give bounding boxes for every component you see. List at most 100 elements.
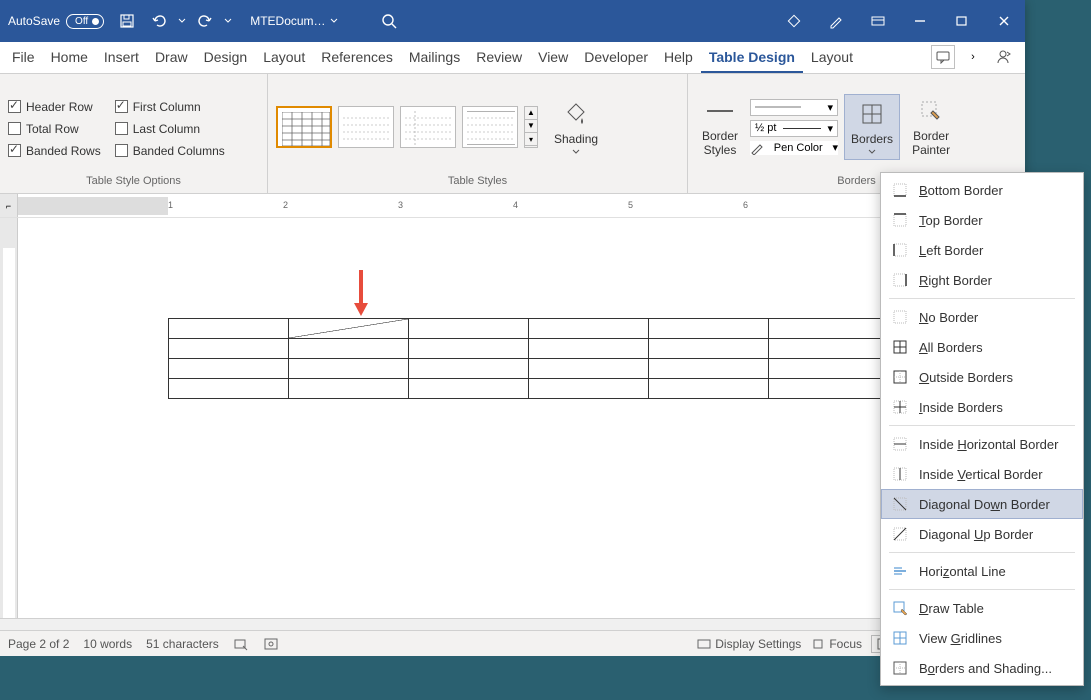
- ruler-corner: ⌐: [0, 194, 18, 217]
- tab-developer[interactable]: Developer: [576, 43, 656, 73]
- page-indicator[interactable]: Page 2 of 2: [8, 637, 69, 651]
- tab-references[interactable]: References: [313, 43, 401, 73]
- shading-icon: [561, 99, 591, 129]
- word-count[interactable]: 10 words: [83, 637, 132, 651]
- menu-item-view-gridlines[interactable]: View Gridlines: [881, 623, 1083, 653]
- content-table[interactable]: [168, 318, 889, 399]
- menu-item-draw-table[interactable]: Draw Table: [881, 593, 1083, 623]
- line-weight-dropdown[interactable]: ½ pt▾: [750, 120, 838, 137]
- titlebar: AutoSave Off MTEDocum…: [0, 0, 1025, 42]
- spellcheck-icon[interactable]: [233, 636, 249, 652]
- minimize-icon[interactable]: [899, 6, 941, 36]
- display-settings-button[interactable]: Display Settings: [697, 637, 801, 651]
- tab-draw[interactable]: Draw: [147, 43, 196, 73]
- style-thumb-2[interactable]: [338, 106, 394, 148]
- menu-item-border-right[interactable]: Right Border: [881, 265, 1083, 295]
- style-thumb-1[interactable]: [276, 106, 332, 148]
- border-styles-icon: [705, 96, 735, 126]
- tab-layout[interactable]: Layout: [803, 43, 861, 73]
- border-left-icon: [891, 241, 909, 259]
- border-styles-button[interactable]: Border Styles: [696, 92, 744, 161]
- pen-icon[interactable]: [815, 6, 857, 36]
- border-options: ▾ ½ pt▾ Pen Color▾: [750, 99, 838, 155]
- document-area: [0, 218, 1025, 618]
- pen-color-dropdown[interactable]: Pen Color▾: [750, 141, 838, 155]
- checkbox-icon: [8, 100, 21, 113]
- menu-item-border-left[interactable]: Left Border: [881, 235, 1083, 265]
- borders-dropdown-button[interactable]: Borders: [844, 94, 900, 160]
- border-none-icon: [891, 308, 909, 326]
- qat-customize-icon[interactable]: [222, 6, 234, 36]
- chevron-down-icon: [572, 149, 580, 155]
- save-icon[interactable]: [112, 6, 142, 36]
- pen-icon: [750, 141, 764, 155]
- tab-design[interactable]: Design: [196, 43, 256, 73]
- checkbox-total-row[interactable]: Total Row: [8, 122, 101, 136]
- checkbox-header-row[interactable]: Header Row: [8, 100, 101, 114]
- tab-table-design[interactable]: Table Design: [701, 43, 803, 73]
- menu-item-border-diag-down[interactable]: Diagonal Down Border: [881, 489, 1083, 519]
- vertical-ruler[interactable]: [0, 218, 18, 618]
- line-style-dropdown[interactable]: ▾: [750, 99, 838, 116]
- ruler-scale: 123456: [18, 197, 1025, 215]
- tab-review[interactable]: Review: [468, 43, 530, 73]
- checkbox-banded-columns[interactable]: Banded Columns: [115, 144, 225, 158]
- menu-item-horizontal-line[interactable]: Horizontal Line: [881, 556, 1083, 586]
- view-gridlines-icon: [891, 629, 909, 647]
- document-page[interactable]: [18, 218, 1025, 618]
- comments-icon[interactable]: [931, 45, 955, 69]
- menu-item-border-inside[interactable]: Inside Borders: [881, 392, 1083, 422]
- menu-item-border-bottom[interactable]: Bottom Border: [881, 175, 1083, 205]
- tab-help[interactable]: Help: [656, 43, 701, 73]
- redo-icon[interactable]: [190, 6, 220, 36]
- checkbox-icon: [115, 122, 128, 135]
- tab-insert[interactable]: Insert: [96, 43, 147, 73]
- tab-file[interactable]: File: [4, 43, 43, 73]
- checkbox-first-column[interactable]: First Column: [115, 100, 225, 114]
- tab-mailings[interactable]: Mailings: [401, 43, 468, 73]
- menu-item-border-all[interactable]: All Borders: [881, 332, 1083, 362]
- autosave-label: AutoSave: [8, 14, 60, 28]
- undo-dropdown-icon[interactable]: [176, 6, 188, 36]
- ribbon-display-icon[interactable]: [857, 6, 899, 36]
- share-icon[interactable]: [991, 45, 1015, 69]
- menu-item-border-diag-up[interactable]: Diagonal Up Border: [881, 519, 1083, 549]
- tabs-right-chevron[interactable]: ›: [961, 45, 985, 69]
- horizontal-line-icon: [891, 562, 909, 580]
- menu-item-border-inside-h[interactable]: Inside Horizontal Border: [881, 429, 1083, 459]
- border-painter-button[interactable]: Border Painter: [906, 92, 956, 161]
- tab-layout[interactable]: Layout: [255, 43, 313, 73]
- doc-title[interactable]: MTEDocum…: [250, 14, 337, 28]
- diamond-icon[interactable]: [773, 6, 815, 36]
- accessibility-icon[interactable]: [263, 636, 279, 652]
- border-inside-icon: [891, 398, 909, 416]
- gallery-more[interactable]: ▲▼▾: [524, 106, 538, 148]
- menu-item-border-none[interactable]: No Border: [881, 302, 1083, 332]
- checkbox-banded-rows[interactable]: Banded Rows: [8, 144, 101, 158]
- tab-home[interactable]: Home: [43, 43, 96, 73]
- horizontal-scrollbar[interactable]: [0, 618, 1025, 630]
- menu-item-borders-shading[interactable]: Borders and Shading...: [881, 653, 1083, 683]
- chevron-down-icon: [330, 17, 338, 25]
- statusbar: Page 2 of 2 10 words 51 characters Displ…: [0, 630, 1025, 656]
- char-count[interactable]: 51 characters: [146, 637, 219, 651]
- undo-icon[interactable]: [144, 6, 174, 36]
- menu-item-border-outside[interactable]: Outside Borders: [881, 362, 1083, 392]
- border-top-icon: [891, 211, 909, 229]
- menu-item-border-inside-v[interactable]: Inside Vertical Border: [881, 459, 1083, 489]
- style-thumb-3[interactable]: [400, 106, 456, 148]
- shading-button[interactable]: Shading: [548, 95, 604, 159]
- autosave-toggle[interactable]: AutoSave Off: [0, 14, 112, 29]
- close-icon[interactable]: [983, 6, 1025, 36]
- menu-item-border-top[interactable]: Top Border: [881, 205, 1083, 235]
- checkbox-last-column[interactable]: Last Column: [115, 122, 225, 136]
- tab-view[interactable]: View: [530, 43, 576, 73]
- group-table-styles: ▲▼▾ Shading Table Styles: [268, 74, 688, 193]
- checkbox-icon: [8, 122, 21, 135]
- focus-button[interactable]: Focus: [811, 637, 862, 651]
- horizontal-ruler[interactable]: ⌐ 123456: [0, 194, 1025, 218]
- search-icon[interactable]: [374, 6, 404, 36]
- maximize-icon[interactable]: [941, 6, 983, 36]
- style-thumb-4[interactable]: [462, 106, 518, 148]
- table-styles-gallery[interactable]: ▲▼▾: [276, 106, 538, 148]
